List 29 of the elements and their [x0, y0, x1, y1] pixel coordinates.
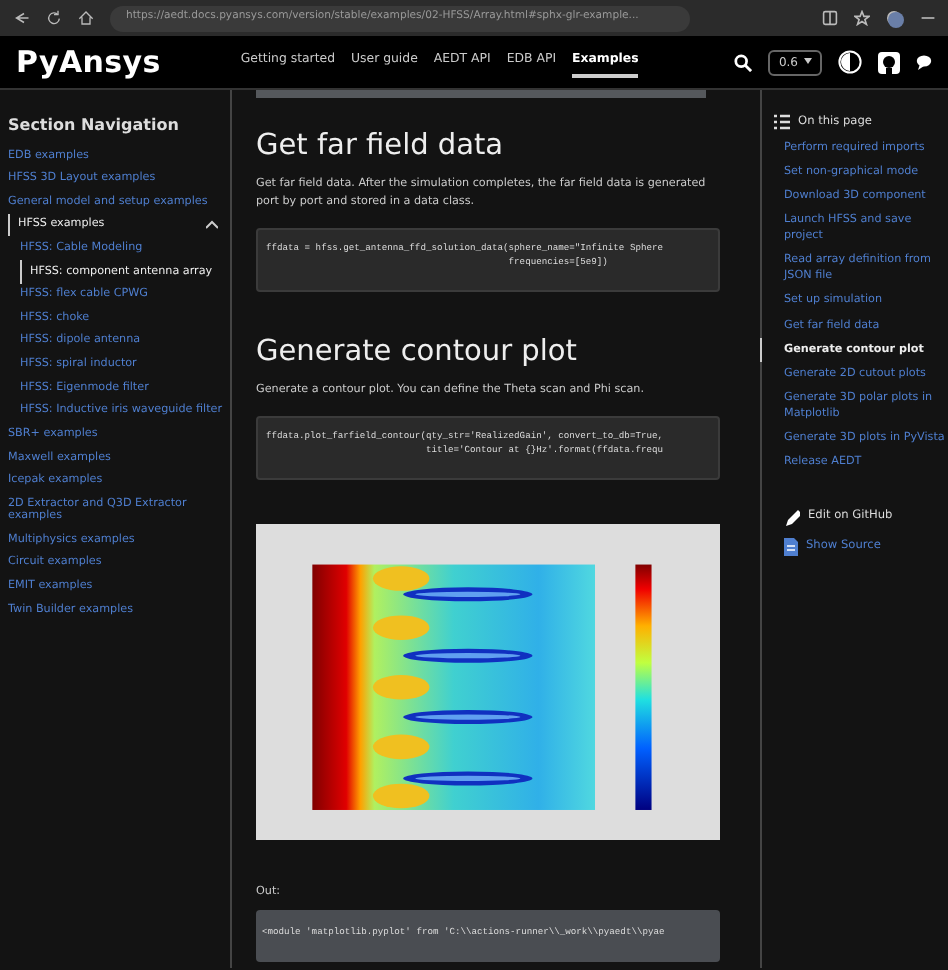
low-gain-streak: [403, 649, 533, 664]
theme-toggle-icon[interactable]: [838, 50, 862, 74]
refresh-icon[interactable]: [46, 10, 62, 26]
profile-icon[interactable]: [886, 9, 904, 27]
favorites-icon[interactable]: [854, 10, 870, 26]
back-icon[interactable]: [12, 10, 30, 26]
pencil-icon: [784, 509, 800, 526]
chevron-icon[interactable]: [206, 220, 218, 231]
low-gain-streak: [403, 771, 533, 786]
home-icon[interactable]: [78, 10, 94, 26]
caret-icon[interactable]: [804, 58, 812, 65]
split-screen-icon[interactable]: [822, 10, 838, 26]
section-title: Section Navigation: [8, 114, 181, 138]
list-icon: [774, 114, 790, 131]
section-heading: Generate contour plot: [256, 336, 579, 371]
github-icon[interactable]: [878, 51, 900, 73]
file-icon: [784, 538, 798, 557]
scrollbar[interactable]: [256, 90, 706, 98]
high-gain-spot: [372, 566, 430, 592]
chat-icon[interactable]: [916, 54, 932, 70]
high-gain-spot: [372, 675, 430, 700]
low-gain-streak: [403, 587, 533, 602]
high-gain-spot: [372, 734, 430, 760]
high-gain-spot: [372, 784, 430, 809]
section-heading: Get far field data: [256, 130, 506, 165]
logo[interactable]: PyAnsys: [16, 39, 161, 85]
low-gain-streak: [403, 710, 533, 725]
high-gain-spot: [372, 615, 430, 641]
search-icon[interactable]: [734, 53, 753, 71]
